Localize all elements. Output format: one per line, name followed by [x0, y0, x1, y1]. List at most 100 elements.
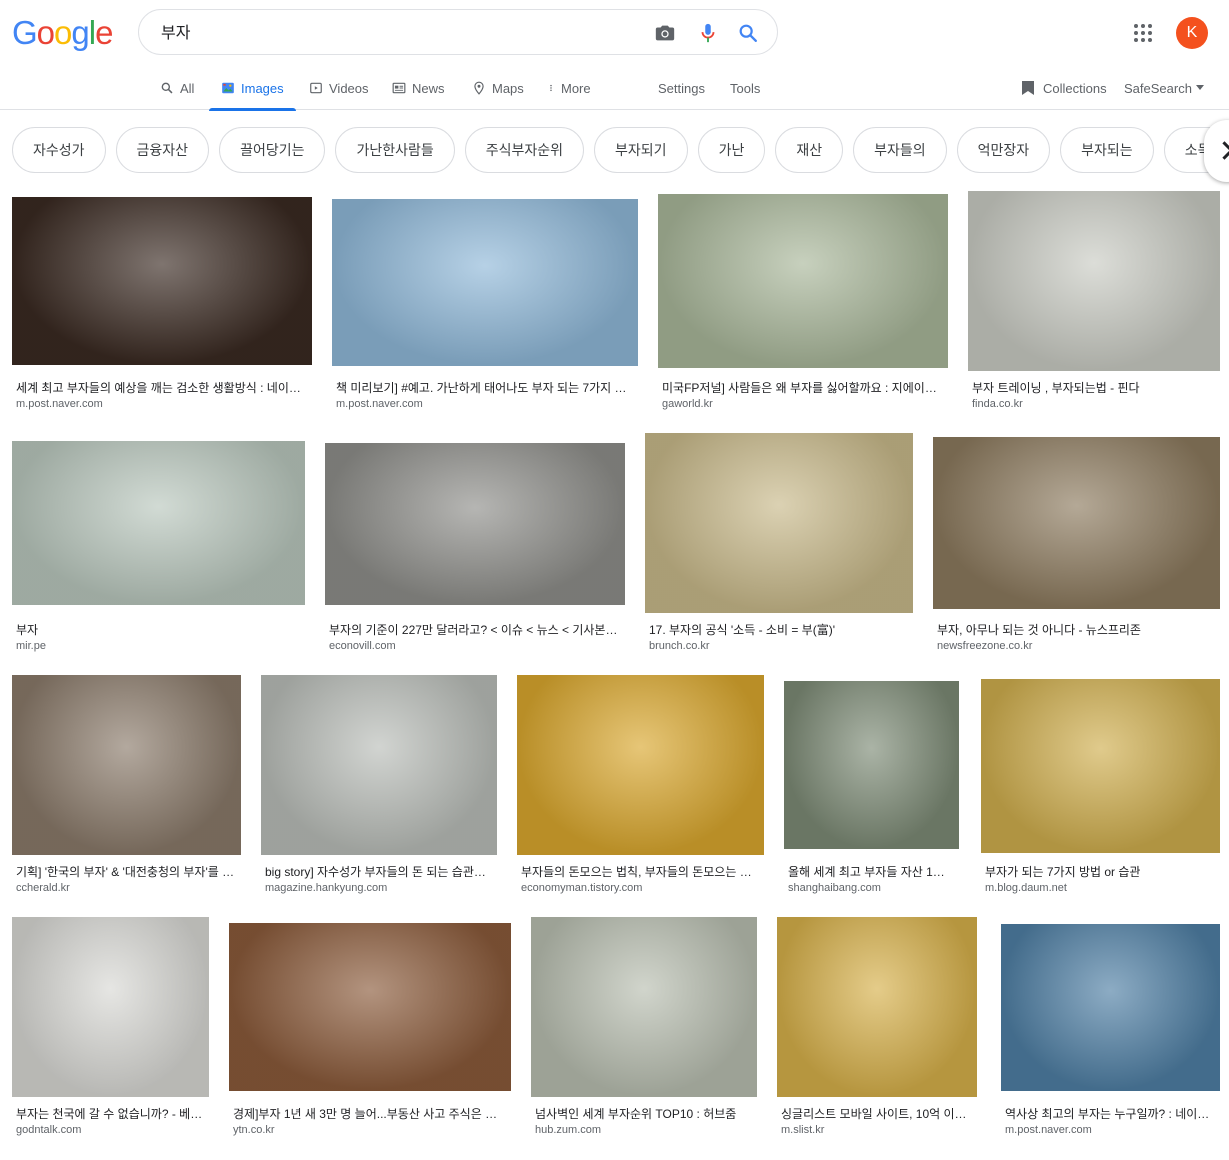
related-search-chip[interactable]: 억만장자	[956, 127, 1051, 173]
result-title[interactable]: 넘사벽인 세계 부자순위 TOP10 : 허브줌	[535, 1105, 753, 1122]
result-source: godntalk.com	[16, 1124, 82, 1136]
result-title[interactable]: 세계 최고 부자들의 예상을 깨는 검소한 생활방식 : 네이버 ...	[16, 379, 308, 396]
related-search-chip[interactable]: 부자들의	[853, 127, 947, 173]
result-title[interactable]: 기획] '한국의 부자' & '대전충청의 부자'를 말...	[16, 863, 237, 880]
result-source: m.slist.kr	[781, 1124, 825, 1136]
result-title[interactable]: 17. 부자의 공식 '소득 - 소비 = 부(富)'	[649, 621, 909, 638]
related-search-chip[interactable]: 가난	[697, 127, 766, 173]
result-thumbnail[interactable]	[12, 917, 209, 1097]
result-title[interactable]: 부자가 되는 7가지 방법 or 습관	[985, 863, 1216, 880]
result-source: shanghaibang.com	[788, 882, 881, 894]
result-source: m.blog.daum.net	[985, 882, 1067, 894]
search-input[interactable]	[159, 21, 639, 41]
result-thumbnail[interactable]	[261, 675, 497, 855]
result-source: magazine.hankyung.com	[265, 882, 388, 894]
result-source: econovill.com	[329, 640, 396, 652]
related-search-chip[interactable]: 금융자산	[115, 127, 210, 173]
result-thumbnail[interactable]	[968, 191, 1220, 371]
microphone-icon[interactable]	[697, 22, 719, 44]
result-thumbnail[interactable]	[531, 917, 757, 1097]
safesearch-dropdown[interactable]: SafeSearch	[1124, 66, 1204, 110]
related-search-chip[interactable]: 부자되는	[1060, 127, 1154, 173]
result-thumbnail[interactable]	[229, 923, 511, 1091]
result-title[interactable]: 역사상 최고의 부자는 누구일까? : 네이버 ...	[1005, 1105, 1216, 1122]
result-source: ytn.co.kr	[233, 1124, 275, 1136]
image-result[interactable]: 세계 최고 부자들의 예상을 깨는 검소한 생활방식 : 네이버 ... m.po…	[12, 197, 312, 415]
apps-grid-icon[interactable]	[1134, 24, 1154, 44]
image-result[interactable]: 부자가 되는 7가지 방법 or 습관 m.blog.daum.net	[981, 679, 1220, 899]
image-result[interactable]: 부자의 기준이 227만 달러라고? < 이슈 < 뉴스 < 기사본문 -...…	[325, 443, 625, 657]
tab-videos[interactable]: Videos	[307, 66, 371, 110]
result-title[interactable]: 올해 세계 최고 부자들 자산 1조 ...	[788, 863, 955, 880]
camera-icon[interactable]	[654, 22, 676, 44]
video-icon	[310, 82, 322, 94]
image-result[interactable]: 부자, 아무나 되는 것 아니다 - 뉴스프리존 newsfreezone.co.…	[933, 437, 1220, 657]
result-title[interactable]: 부자의 기준이 227만 달러라고? < 이슈 < 뉴스 < 기사본문 -...	[329, 621, 621, 638]
image-result[interactable]: 넘사벽인 세계 부자순위 TOP10 : 허브줌 hub.zum.com	[531, 917, 757, 1141]
result-title[interactable]: big story] 자수성가 부자들의 돈 되는 습관은...	[265, 863, 493, 880]
tab-maps[interactable]: Maps	[470, 66, 526, 110]
result-thumbnail[interactable]	[517, 675, 764, 855]
chevron-right-icon[interactable]	[1204, 120, 1229, 182]
related-search-chip[interactable]: 주식부자순위	[464, 127, 585, 173]
image-result[interactable]: 기획] '한국의 부자' & '대전충청의 부자'를 말... ccherald.…	[12, 675, 241, 899]
result-thumbnail[interactable]	[933, 437, 1220, 609]
image-result[interactable]: 올해 세계 최고 부자들 자산 1조 ... shanghaibang.com	[784, 681, 959, 899]
result-title[interactable]: 싱글리스트 모바일 사이트, 10억 이상 '...	[781, 1105, 973, 1122]
google-logo[interactable]: Google	[12, 14, 113, 52]
related-search-chip[interactable]: 가난한사람들	[335, 127, 455, 173]
image-result[interactable]: 경제]부자 1년 새 3만 명 늘어...부동산 사고 주식은 팔고... ytn…	[229, 923, 511, 1141]
result-thumbnail[interactable]	[12, 441, 305, 605]
settings-link[interactable]: Settings	[658, 66, 705, 110]
image-result[interactable]: 부자들의 돈모으는 법칙, 부자들의 돈모으는 기본... economyman.…	[517, 675, 764, 899]
result-thumbnail[interactable]	[645, 433, 913, 613]
related-search-chip[interactable]: 자수성가	[12, 127, 106, 173]
related-search-chip[interactable]: 재산	[775, 127, 844, 173]
result-source: m.post.naver.com	[1005, 1124, 1092, 1136]
search-tabs: All Images Videos News Maps More Setting…	[0, 66, 1229, 111]
result-source: ccherald.kr	[16, 882, 70, 894]
result-title[interactable]: 부자 트레이닝 , 부자되는법 - 핀다	[972, 379, 1216, 396]
result-thumbnail[interactable]	[12, 675, 241, 855]
image-result[interactable]: 책 미리보기] #예고. 가난하게 태어나도 부자 되는 7가지 습... m.p…	[332, 199, 638, 415]
result-thumbnail[interactable]	[777, 917, 977, 1097]
result-title[interactable]: 부자는 천국에 갈 수 없습니까? - 베스...	[16, 1105, 205, 1122]
image-result[interactable]: 부자 트레이닝 , 부자되는법 - 핀다 finda.co.kr	[968, 191, 1220, 415]
tab-news[interactable]: News	[390, 66, 447, 110]
tab-all[interactable]: All	[158, 66, 196, 110]
result-source: brunch.co.kr	[649, 640, 710, 652]
result-thumbnail[interactable]	[784, 681, 959, 849]
result-thumbnail[interactable]	[981, 679, 1220, 853]
collections-link[interactable]: Collections	[1021, 66, 1107, 110]
image-result[interactable]: 미국FP저널] 사람들은 왜 부자를 싫어할까요 : 지에이월드... gawor…	[658, 194, 948, 415]
bookmark-icon	[1022, 81, 1034, 95]
search-box	[138, 9, 778, 55]
result-thumbnail[interactable]	[12, 197, 312, 365]
result-thumbnail[interactable]	[325, 443, 625, 605]
image-result[interactable]: 17. 부자의 공식 '소득 - 소비 = 부(富)' brunch.co.kr	[645, 433, 913, 657]
result-thumbnail[interactable]	[658, 194, 948, 368]
image-result[interactable]: 역사상 최고의 부자는 누구일까? : 네이버 ... m.post.naver.…	[1001, 924, 1220, 1141]
images-icon	[222, 82, 234, 94]
result-title[interactable]: 부자들의 돈모으는 법칙, 부자들의 돈모으는 기본...	[521, 863, 760, 880]
result-title[interactable]: 부자, 아무나 되는 것 아니다 - 뉴스프리존	[937, 621, 1216, 638]
image-result[interactable]: big story] 자수성가 부자들의 돈 되는 습관은... magazine…	[261, 675, 497, 899]
result-title[interactable]: 부자	[16, 621, 301, 638]
result-title[interactable]: 책 미리보기] #예고. 가난하게 태어나도 부자 되는 7가지 습...	[336, 379, 634, 396]
result-source: gaworld.kr	[662, 398, 713, 410]
related-search-chip[interactable]: 부자되기	[594, 127, 688, 173]
tab-images[interactable]: Images	[209, 66, 296, 111]
image-result[interactable]: 부자는 천국에 갈 수 없습니까? - 베스... godntalk.com	[12, 917, 209, 1141]
search-icon[interactable]	[737, 22, 759, 44]
result-thumbnail[interactable]	[332, 199, 638, 366]
result-title[interactable]: 경제]부자 1년 새 3만 명 늘어...부동산 사고 주식은 팔고...	[233, 1105, 507, 1122]
tab-more[interactable]: More	[545, 66, 593, 110]
result-source: m.post.naver.com	[336, 398, 423, 410]
tools-link[interactable]: Tools	[730, 66, 760, 110]
result-thumbnail[interactable]	[1001, 924, 1220, 1091]
result-title[interactable]: 미국FP저널] 사람들은 왜 부자를 싫어할까요 : 지에이월드...	[662, 379, 944, 396]
image-result[interactable]: 부자 mir.pe	[12, 441, 305, 657]
avatar[interactable]: K	[1176, 17, 1208, 49]
related-search-chip[interactable]: 끌어당기는	[219, 127, 326, 173]
image-result[interactable]: 싱글리스트 모바일 사이트, 10억 이상 '... m.slist.kr	[777, 917, 977, 1141]
